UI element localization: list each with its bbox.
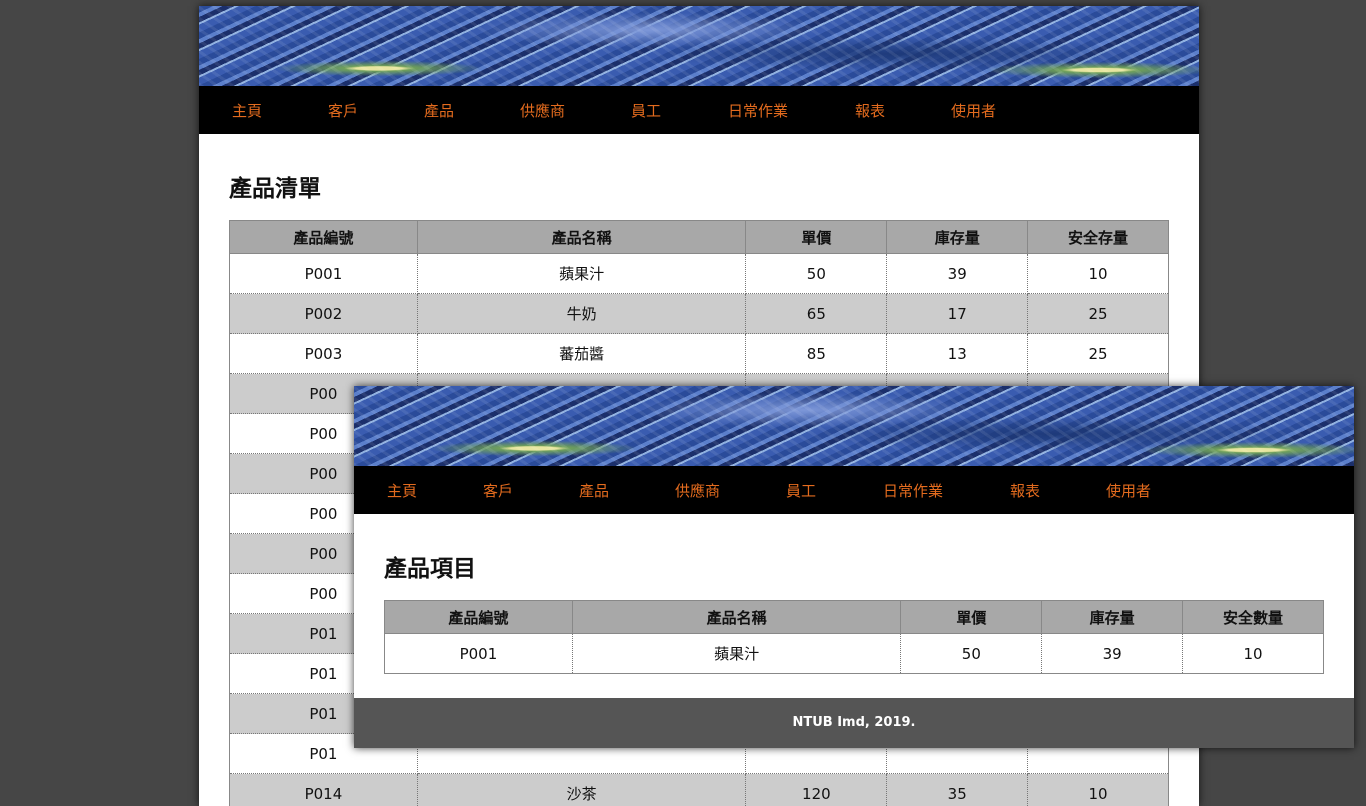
product-name-cell: 蘋果汁 bbox=[417, 254, 746, 294]
starry-night-banner bbox=[354, 386, 1354, 466]
stock-cell: 39 bbox=[1042, 634, 1183, 674]
nav-reports[interactable]: 報表 bbox=[1010, 466, 1040, 516]
nav-users[interactable]: 使用者 bbox=[951, 86, 996, 136]
product-name-cell: 蕃茄醬 bbox=[417, 334, 746, 374]
safety-stock-cell: 10 bbox=[1028, 254, 1169, 294]
unit-price-cell: 50 bbox=[901, 634, 1042, 674]
stock-cell: 35 bbox=[887, 774, 1028, 806]
column-header: 安全數量 bbox=[1183, 601, 1324, 634]
product-id-cell: P001 bbox=[385, 634, 573, 674]
product-id-cell: P001 bbox=[230, 254, 418, 294]
table-row: P001蘋果汁503910 bbox=[230, 254, 1169, 294]
nav-reports[interactable]: 報表 bbox=[855, 86, 885, 136]
page-title: 產品清單 bbox=[229, 174, 1169, 204]
starry-night-banner bbox=[199, 6, 1199, 86]
product-id-cell: P003 bbox=[230, 334, 418, 374]
safety-stock-cell: 25 bbox=[1028, 334, 1169, 374]
unit-price-cell: 85 bbox=[746, 334, 887, 374]
unit-price-cell: 65 bbox=[746, 294, 887, 334]
product-name-cell: 牛奶 bbox=[417, 294, 746, 334]
nav-customers[interactable]: 客戶 bbox=[483, 466, 513, 516]
stock-cell: 13 bbox=[887, 334, 1028, 374]
column-header: 產品編號 bbox=[385, 601, 573, 634]
product-name-cell: 蘋果汁 bbox=[572, 634, 901, 674]
main-nav: 主頁 客戶 產品 供應商 員工 日常作業 報表 使用者 bbox=[354, 466, 1354, 514]
nav-products[interactable]: 產品 bbox=[424, 86, 454, 136]
main-content: 產品項目 產品編號 產品名稱 單價 庫存量 安全數量 P001蘋果汁503910 bbox=[354, 514, 1354, 694]
safety-stock-cell: 10 bbox=[1183, 634, 1324, 674]
stock-cell: 17 bbox=[887, 294, 1028, 334]
main-nav: 主頁 客戶 產品 供應商 員工 日常作業 報表 使用者 bbox=[199, 86, 1199, 134]
product-name-cell: 沙茶 bbox=[417, 774, 746, 806]
column-header: 產品名稱 bbox=[572, 601, 901, 634]
product-item-window: 主頁 客戶 產品 供應商 員工 日常作業 報表 使用者 產品項目 產品編號 產品… bbox=[354, 386, 1354, 748]
table-row: P002牛奶651725 bbox=[230, 294, 1169, 334]
column-header: 單價 bbox=[746, 221, 887, 254]
table-header-row: 產品編號 產品名稱 單價 庫存量 安全存量 bbox=[230, 221, 1169, 254]
safety-stock-cell: 25 bbox=[1028, 294, 1169, 334]
column-header: 庫存量 bbox=[887, 221, 1028, 254]
nav-employees[interactable]: 員工 bbox=[786, 466, 816, 516]
column-header: 產品名稱 bbox=[417, 221, 746, 254]
column-header: 單價 bbox=[901, 601, 1042, 634]
column-header: 安全存量 bbox=[1028, 221, 1169, 254]
table-row: P003蕃茄醬851325 bbox=[230, 334, 1169, 374]
column-header: 產品編號 bbox=[230, 221, 418, 254]
nav-suppliers[interactable]: 供應商 bbox=[675, 466, 720, 516]
footer: NTUB Imd, 2019. bbox=[354, 698, 1354, 748]
unit-price-cell: 120 bbox=[746, 774, 887, 806]
product-id-cell: P002 bbox=[230, 294, 418, 334]
safety-stock-cell: 10 bbox=[1028, 774, 1169, 806]
product-table: 產品編號 產品名稱 單價 庫存量 安全數量 P001蘋果汁503910 bbox=[384, 600, 1324, 674]
nav-daily-tasks[interactable]: 日常作業 bbox=[883, 466, 943, 516]
unit-price-cell: 50 bbox=[746, 254, 887, 294]
stock-cell: 39 bbox=[887, 254, 1028, 294]
nav-users[interactable]: 使用者 bbox=[1106, 466, 1151, 516]
product-id-cell: P014 bbox=[230, 774, 418, 806]
column-header: 庫存量 bbox=[1042, 601, 1183, 634]
nav-customers[interactable]: 客戶 bbox=[328, 86, 358, 136]
nav-suppliers[interactable]: 供應商 bbox=[520, 86, 565, 136]
table-row: P001蘋果汁503910 bbox=[385, 634, 1324, 674]
table-row: P014沙茶1203510 bbox=[230, 774, 1169, 806]
table-header-row: 產品編號 產品名稱 單價 庫存量 安全數量 bbox=[385, 601, 1324, 634]
nav-home[interactable]: 主頁 bbox=[232, 86, 262, 136]
nav-daily-tasks[interactable]: 日常作業 bbox=[728, 86, 788, 136]
page-title: 產品項目 bbox=[384, 554, 1324, 584]
nav-products[interactable]: 產品 bbox=[579, 466, 609, 516]
nav-employees[interactable]: 員工 bbox=[631, 86, 661, 136]
nav-home[interactable]: 主頁 bbox=[387, 466, 417, 516]
